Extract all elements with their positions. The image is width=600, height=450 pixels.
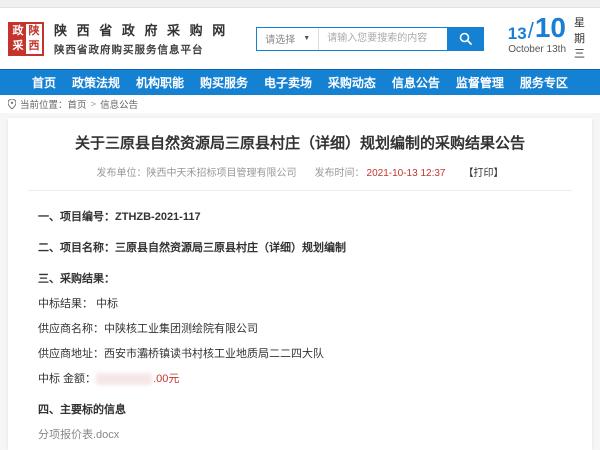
page-title: 关于三原县自然资源局三原县村庄（详细）规划编制的采购结果公告 (28, 134, 572, 154)
date-weekday: 星期三 (574, 16, 586, 64)
supplier-name-row: 供应商名称：中陕核工业集团测绘院有限公司 (38, 320, 562, 336)
breadcrumb-current: 信息公告 (100, 97, 138, 111)
redacted-amount (96, 373, 152, 385)
nav-item-announcements[interactable]: 信息公告 (392, 74, 440, 91)
date-numbers: 13 / 10 October 13th (508, 14, 566, 55)
chevron-down-icon: ▼ (303, 35, 310, 42)
project-name-value: 三原县自然资源局三原县村庄（详细）规划编制 (115, 242, 346, 254)
supplier-address-label: 供应商地址： (38, 348, 104, 360)
date-widget: 13 / 10 October 13th 星期三 (508, 14, 590, 64)
bid-amount-suffix: .00元 (153, 373, 179, 385)
supplier-address-row: 供应商地址：西安市灞桥镇读书村核工业地质局二二四大队 (38, 345, 562, 361)
bid-amount-label: 中标 金额： (38, 373, 96, 385)
search-select-label: 请选择 (265, 31, 295, 46)
bid-result-label: 中标结果： (38, 298, 93, 310)
date-day: 13 (508, 25, 527, 42)
nav-item-policies[interactable]: 政策法规 (72, 74, 120, 91)
nav-item-service-zone[interactable]: 服务专区 (520, 74, 568, 91)
project-number-value: ZTHZB-2021-117 (115, 211, 201, 223)
search-bar: 请选择 ▼ (256, 27, 484, 51)
bid-result-value: 中标 (96, 298, 118, 310)
logo-char: 西 (26, 39, 42, 54)
site-title: 陕 西 省 政 府 采 购 网 (54, 20, 228, 39)
announcement-body: 一、项目编号：ZTHZB-2021-117 二、项目名称：三原县自然资源局三原县… (28, 208, 572, 450)
page-background: 关于三原县自然资源局三原县村庄（详细）规划编制的采购结果公告 发布单位：陕西中天… (0, 113, 600, 450)
divider (28, 190, 572, 191)
search-input[interactable] (319, 28, 447, 50)
print-button[interactable]: 【打印】 (463, 168, 503, 179)
logo-char: 陕 (26, 24, 42, 39)
date-english: October 13th (508, 44, 566, 55)
site-logo: 政 陕 采 西 (8, 22, 44, 56)
nav-item-services[interactable]: 购买服务 (200, 74, 248, 91)
supplier-address-value: 西安市灞桥镇读书村核工业地质局二二四大队 (104, 348, 324, 360)
supplier-name-value: 中陕核工业集团测绘院有限公司 (104, 323, 258, 335)
announcement-card: 关于三原县自然资源局三原县村庄（详细）规划编制的采购结果公告 发布单位：陕西中天… (8, 118, 592, 450)
bid-amount-row: 中标 金额： .00元 (38, 370, 562, 386)
subject-section-heading: 四、主要标的信息 (38, 401, 562, 417)
site-name-block: 陕 西 省 政 府 采 购 网 陕西省政府购买服务信息平台 (54, 20, 228, 57)
search-icon (459, 32, 472, 45)
search-button[interactable] (447, 28, 483, 50)
nav-item-supervision[interactable]: 监督管理 (456, 74, 504, 91)
project-number-label: 一、项目编号： (38, 211, 115, 223)
site-header: 政 陕 采 西 陕 西 省 政 府 采 购 网 陕西省政府购买服务信息平台 请选… (0, 8, 600, 69)
top-strip (0, 0, 600, 8)
nav-item-functions[interactable]: 机构职能 (136, 74, 184, 91)
breadcrumb: 当前位置： 首页 > 信息公告 (0, 95, 600, 113)
breadcrumb-home[interactable]: 首页 (68, 97, 87, 111)
nav-item-emall[interactable]: 电子卖场 (264, 74, 312, 91)
logo-char: 政 (10, 24, 26, 39)
date-separator: / (528, 20, 534, 42)
bid-result-row: 中标结果： 中标 (38, 295, 562, 311)
publisher-name: 陕西中天禾招标项目管理有限公司 (147, 168, 297, 179)
publish-time: 2021-10-13 12:37 (367, 168, 446, 179)
result-section-heading: 三、采购结果： (38, 270, 562, 286)
publisher-label: 发布单位： (97, 168, 147, 179)
nav-item-home[interactable]: 首页 (32, 74, 56, 91)
article-meta: 发布单位：陕西中天禾招标项目管理有限公司 发布时间：2021-10-13 12:3… (28, 164, 572, 179)
nav-item-news[interactable]: 采购动态 (328, 74, 376, 91)
search-category-select[interactable]: 请选择 ▼ (257, 28, 319, 50)
supplier-name-label: 供应商名称： (38, 323, 104, 335)
publish-time-label: 发布时间： (315, 168, 365, 179)
main-nav: 首页 政策法规 机构职能 购买服务 电子卖场 采购动态 信息公告 监督管理 服务… (0, 69, 600, 95)
location-pin-icon (8, 99, 16, 109)
attachment-link[interactable]: 分项报价表.docx (38, 426, 562, 442)
breadcrumb-separator: > (91, 99, 97, 110)
project-name-label: 二、项目名称： (38, 242, 115, 254)
date-month: 10 (535, 14, 566, 42)
logo-char: 采 (10, 39, 26, 54)
project-name-row: 二、项目名称：三原县自然资源局三原县村庄（详细）规划编制 (38, 239, 562, 255)
site-subtitle: 陕西省政府购买服务信息平台 (54, 42, 228, 57)
project-number-row: 一、项目编号：ZTHZB-2021-117 (38, 208, 562, 224)
breadcrumb-prefix: 当前位置： (20, 97, 68, 111)
